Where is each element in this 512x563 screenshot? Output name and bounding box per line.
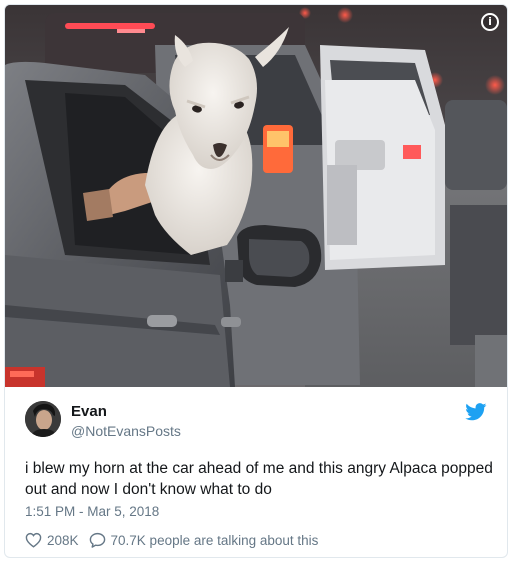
author-handle[interactable]: @NotEvansPosts (71, 423, 181, 439)
author-name[interactable]: Evan (71, 403, 107, 420)
tweet-stats: 208K 70.7K people are talking about this (25, 530, 318, 550)
avatar-image (25, 401, 61, 437)
tweet-text: i blew my horn at the car ahead of me an… (25, 460, 493, 498)
info-icon[interactable]: i (481, 13, 499, 31)
twitter-bird-icon[interactable] (465, 403, 487, 421)
heart-icon (25, 532, 42, 548)
reply-stat[interactable]: 70.7K people are talking about this (89, 532, 319, 548)
avatar[interactable] (25, 401, 61, 437)
tweet-card: i Evan @NotEvansPosts i blew my horn at … (4, 4, 508, 558)
alpaca-car-image (5, 5, 507, 387)
tweet-body: Evan @NotEvansPosts i blew my horn at th… (5, 387, 507, 557)
speech-bubble-icon (89, 532, 105, 548)
like-stat[interactable]: 208K (25, 532, 79, 548)
talking-count: 70.7K people are talking about this (110, 532, 319, 548)
tweet-timestamp[interactable]: 1:51 PM - Mar 5, 2018 (25, 504, 159, 519)
like-count: 208K (47, 532, 79, 548)
tweet-photo[interactable]: i (5, 5, 507, 387)
